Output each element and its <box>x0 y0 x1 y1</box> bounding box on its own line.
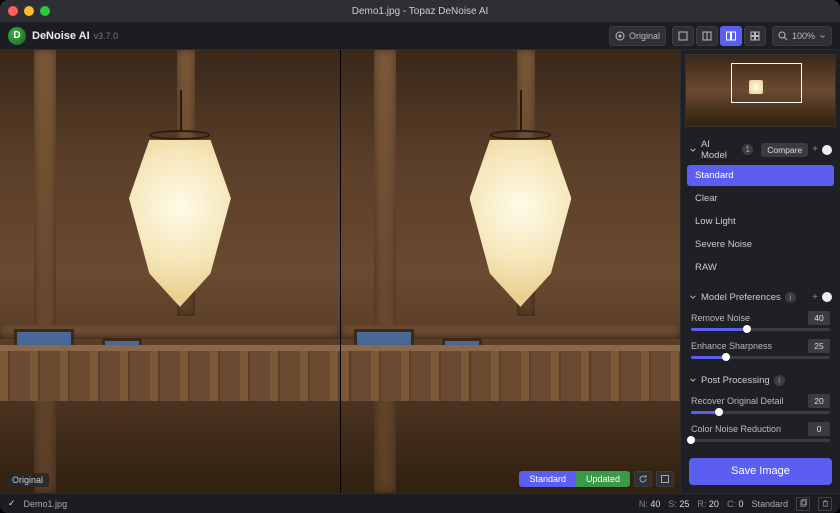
slider-remove-noise[interactable]: Remove Noise 40 <box>681 307 840 335</box>
compare-updated-label: Updated <box>576 471 630 487</box>
app-version: v3.7.0 <box>94 31 119 41</box>
close-icon[interactable] <box>8 6 18 16</box>
maximize-icon[interactable] <box>40 6 50 16</box>
color-noise-label: Color Noise Reduction <box>691 424 781 434</box>
slider-track[interactable] <box>691 356 830 359</box>
model-item-standard[interactable]: Standard <box>687 165 834 186</box>
image-viewer[interactable]: Original Standard Updated <box>0 50 680 493</box>
chevron-down-icon <box>689 146 697 154</box>
compare-button[interactable]: Compare <box>761 143 808 157</box>
auto-toggle[interactable] <box>822 145 832 155</box>
remove-noise-value[interactable]: 40 <box>808 311 830 325</box>
model-list: Standard Clear Low Light Severe Noise RA… <box>681 165 840 278</box>
compare-expand-button[interactable] <box>656 471 674 487</box>
compare-toggle[interactable]: Standard Updated <box>519 471 630 487</box>
zoom-dropdown[interactable]: 100% <box>772 26 832 46</box>
model-item-low-light[interactable]: Low Light <box>687 211 834 232</box>
auto-toggle[interactable] <box>822 292 832 302</box>
compare-bar: Standard Updated <box>519 471 674 487</box>
chevron-down-icon <box>689 293 697 301</box>
grid-view-icon <box>750 31 760 41</box>
circle-dot-icon <box>615 31 625 41</box>
section-head-ai-model[interactable]: AI Model 1 Compare + <box>681 135 840 165</box>
minimize-icon[interactable] <box>24 6 34 16</box>
zoom-label: 100% <box>792 31 815 41</box>
view-single-button[interactable] <box>672 26 694 46</box>
trash-icon <box>821 499 830 508</box>
recover-detail-value[interactable]: 20 <box>808 394 830 408</box>
info-badge[interactable]: i <box>774 375 785 386</box>
magnifier-icon <box>778 31 788 41</box>
plus-icon[interactable]: + <box>812 292 818 303</box>
titlebar: Demo1.jpg - Topaz DeNoise AI <box>0 0 840 22</box>
slider-track[interactable] <box>691 439 830 442</box>
section-post-processing: Post Processing i Recover Original Detai… <box>681 367 840 450</box>
chevron-down-icon <box>689 376 697 384</box>
app-name: DeNoise AI <box>32 30 90 42</box>
section-ai-model: AI Model 1 Compare + Standard Clear Low … <box>681 131 840 284</box>
single-view-icon <box>678 31 688 41</box>
toolbar: D DeNoise AI v3.7.0 Original <box>0 22 840 50</box>
status-filename[interactable]: Demo1.jpg <box>24 499 68 509</box>
slider-enhance-sharpness[interactable]: Enhance Sharpness 25 <box>681 335 840 363</box>
ai-model-label: AI Model <box>701 139 738 161</box>
color-noise-value[interactable]: 0 <box>808 422 830 436</box>
ai-model-count-badge: 1 <box>742 144 753 155</box>
content: Original Standard Updated <box>0 50 840 493</box>
stat-c: C: 0 <box>727 499 744 509</box>
status-trash-button[interactable] <box>818 497 832 511</box>
chevron-down-icon <box>819 31 826 41</box>
refresh-icon <box>638 474 648 484</box>
section-head-model-prefs[interactable]: Model Preferences i + <box>681 288 840 307</box>
stat-n: N: 40 <box>639 499 661 509</box>
info-badge[interactable]: i <box>785 292 796 303</box>
view-sidebyside-button[interactable] <box>720 26 742 46</box>
recover-detail-label: Recover Original Detail <box>691 396 784 406</box>
model-item-clear[interactable]: Clear <box>687 188 834 209</box>
save-image-button[interactable]: Save Image <box>689 458 832 485</box>
navigator-viewport-rect[interactable] <box>731 63 803 103</box>
stat-r: R: 20 <box>697 499 719 509</box>
slider-track[interactable] <box>691 411 830 414</box>
original-tag: Original <box>6 473 49 487</box>
original-toggle-button[interactable]: Original <box>609 26 666 46</box>
slider-recover-detail[interactable]: Recover Original Detail 20 <box>681 390 840 418</box>
section-model-preferences: Model Preferences i + Remove Noise 40 En… <box>681 284 840 367</box>
enhance-sharpness-value[interactable]: 25 <box>808 339 830 353</box>
stat-s: S: 25 <box>668 499 689 509</box>
view-split-button[interactable] <box>696 26 718 46</box>
slider-color-noise[interactable]: Color Noise Reduction 0 <box>681 418 840 446</box>
navigator-thumbnail[interactable] <box>685 54 836 127</box>
sidebar: AI Model 1 Compare + Standard Clear Low … <box>680 50 840 493</box>
status-model: Standard <box>751 499 788 509</box>
view-grid-button[interactable] <box>744 26 766 46</box>
app-window: Demo1.jpg - Topaz DeNoise AI D DeNoise A… <box>0 0 840 513</box>
section-head-post-processing[interactable]: Post Processing i <box>681 371 840 390</box>
split-view-icon <box>702 31 712 41</box>
pane-original[interactable]: Original <box>0 50 340 493</box>
plus-icon[interactable]: + <box>812 144 818 155</box>
model-item-raw[interactable]: RAW <box>687 257 834 278</box>
copy-icon <box>799 499 808 508</box>
statusbar: ✓ Demo1.jpg N: 40 S: 25 R: 20 C: 0 Stand… <box>0 493 840 513</box>
compare-refresh-button[interactable] <box>634 471 652 487</box>
checkmark-icon: ✓ <box>8 498 16 509</box>
window-controls <box>8 6 50 16</box>
sidebyside-view-icon <box>726 31 736 41</box>
post-processing-label: Post Processing <box>701 375 770 386</box>
pane-processed[interactable]: Standard Updated <box>340 50 681 493</box>
status-copy-button[interactable] <box>796 497 810 511</box>
compare-standard-label: Standard <box>519 471 576 487</box>
remove-noise-label: Remove Noise <box>691 313 750 323</box>
model-item-severe-noise[interactable]: Severe Noise <box>687 234 834 255</box>
window-title: Demo1.jpg - Topaz DeNoise AI <box>0 6 840 17</box>
app-logo-icon: D <box>8 27 26 45</box>
original-toggle-label: Original <box>629 31 660 41</box>
model-prefs-label: Model Preferences <box>701 292 781 303</box>
enhance-sharpness-label: Enhance Sharpness <box>691 341 772 351</box>
slider-track[interactable] <box>691 328 830 331</box>
expand-icon <box>660 474 670 484</box>
